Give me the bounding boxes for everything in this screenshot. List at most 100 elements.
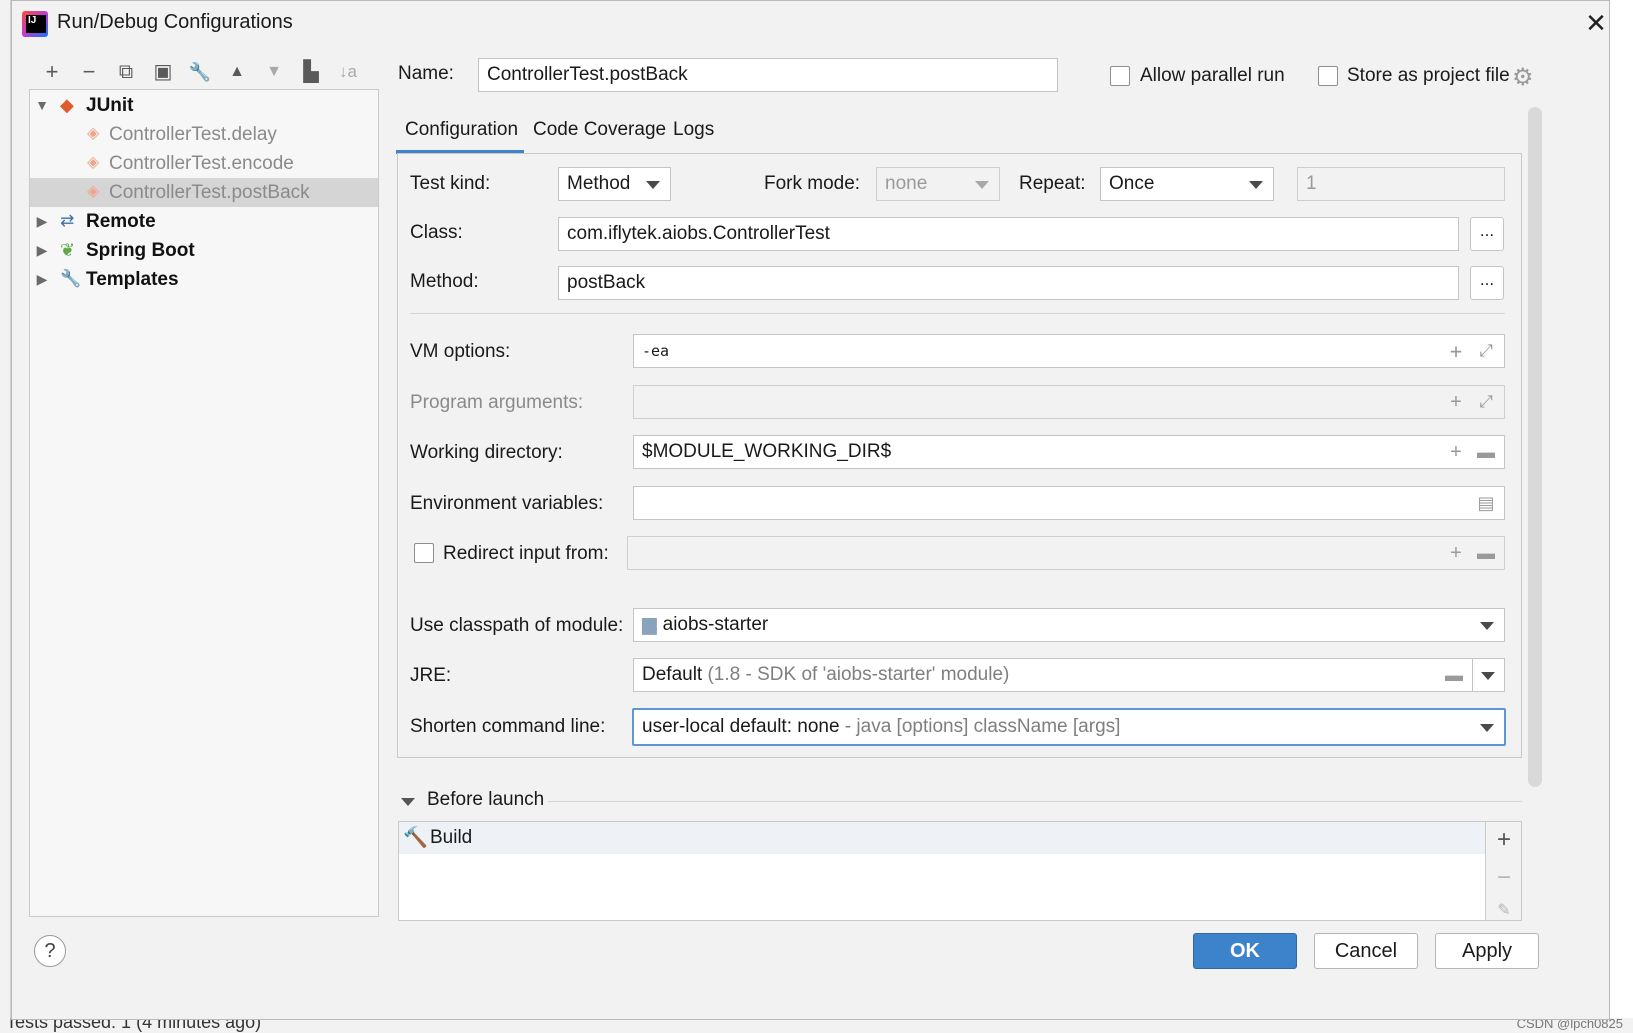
collapse-arrow-icon[interactable]: ▼ xyxy=(34,91,50,120)
apply-button[interactable]: Apply xyxy=(1435,933,1539,969)
fork-mode-select[interactable]: none xyxy=(876,167,1000,201)
fork-mode-label: Fork mode: xyxy=(764,173,861,194)
vm-options-label: VM options: xyxy=(410,341,511,362)
close-icon[interactable]: ✕ xyxy=(1582,9,1610,37)
tab-code-coverage[interactable]: Code Coverage xyxy=(533,114,666,154)
add-task-button[interactable]: + xyxy=(1486,826,1522,854)
shorten-command-select[interactable]: user-local default: none - java [options… xyxy=(632,708,1506,746)
before-launch-item-label: Build xyxy=(430,827,473,848)
working-directory-field[interactable]: $MODULE_WORKING_DIR$ + ▬ xyxy=(633,435,1505,469)
background-status-bar: Tests passed: 1 (4 minutes ago) CSDN @lp… xyxy=(0,1018,1633,1033)
tree-node-encode[interactable]: ◈ ControllerTest.encode xyxy=(30,149,378,178)
class-field[interactable]: com.iflytek.aiobs.ControllerTest xyxy=(558,217,1459,251)
browse-class-button[interactable]: ... xyxy=(1470,217,1504,251)
environment-variables-label: Environment variables: xyxy=(410,493,604,514)
method-field[interactable]: postBack xyxy=(558,266,1459,300)
name-label: Name: xyxy=(398,63,454,84)
plus-icon[interactable]: + xyxy=(1444,440,1468,464)
build-hammer-icon: 🔨 xyxy=(403,827,428,849)
tree-label-junit: JUnit xyxy=(86,95,134,116)
collapse-before-launch-icon[interactable] xyxy=(401,798,415,806)
chevron-down-icon xyxy=(646,181,660,189)
help-button[interactable]: ? xyxy=(34,935,66,967)
title-bar: Run/Debug Configurations ✕ xyxy=(12,1,1609,47)
list-item[interactable]: 🔨 Build xyxy=(399,822,1485,854)
dialog-title: Run/Debug Configurations xyxy=(57,11,293,33)
expand-arrow-icon[interactable]: ▶ xyxy=(34,236,50,265)
repeat-count-field[interactable]: 1 xyxy=(1297,167,1505,201)
background-ide-strip-right xyxy=(1610,0,1633,1033)
scrollbar[interactable] xyxy=(1528,107,1542,787)
expand-arrow-icon[interactable]: ▶ xyxy=(34,207,50,236)
module-folder-icon: ▆ xyxy=(642,614,657,635)
background-ide-strip xyxy=(0,0,11,1033)
jre-field[interactable]: Default (1.8 - SDK of 'aiobs-starter' mo… xyxy=(633,658,1473,692)
expand-icon[interactable]: ⤢ xyxy=(1474,390,1498,414)
sort-icon[interactable]: ↓a xyxy=(333,57,363,87)
remove-task-button[interactable]: − xyxy=(1486,864,1522,892)
working-directory-label: Working directory: xyxy=(410,442,563,463)
status-text: Tests passed: 1 (4 minutes ago) xyxy=(6,1018,262,1032)
classpath-module-select[interactable]: ▆ aiobs-starter xyxy=(633,608,1505,642)
divider xyxy=(410,313,1505,314)
tab-configuration[interactable]: Configuration xyxy=(396,114,524,154)
new-folder-icon[interactable]: ▙ xyxy=(296,57,326,87)
allow-parallel-checkbox[interactable] xyxy=(1110,66,1130,86)
classpath-module-value: aiobs-starter xyxy=(662,614,769,635)
add-configuration-button[interactable]: + xyxy=(37,57,67,87)
chevron-down-icon xyxy=(1249,181,1263,189)
copy-configuration-icon[interactable]: ⧉ xyxy=(111,57,141,87)
plus-icon[interactable]: + xyxy=(1444,339,1468,363)
folder-icon[interactable]: ▬ xyxy=(1474,541,1498,565)
document-icon[interactable]: ▤ xyxy=(1474,491,1498,515)
redirect-input-checkbox[interactable] xyxy=(414,543,434,563)
tree-node-remote[interactable]: ▶ ⇄ Remote xyxy=(30,207,378,236)
shorten-command-value: user-local default: none xyxy=(642,716,840,737)
edit-defaults-wrench-icon[interactable]: 🔧 xyxy=(185,57,215,87)
tree-label-delay: ControllerTest.delay xyxy=(109,124,277,145)
chevron-down-icon xyxy=(975,181,989,189)
tree-label-encode: ControllerTest.encode xyxy=(109,153,294,174)
expand-icon[interactable]: ⤢ xyxy=(1474,339,1498,363)
plus-icon[interactable]: + xyxy=(1444,541,1468,565)
browse-method-button[interactable]: ... xyxy=(1470,266,1504,300)
chevron-down-icon xyxy=(1480,724,1494,732)
junit-test-icon: ◈ xyxy=(87,125,100,142)
expand-arrow-icon[interactable]: ▶ xyxy=(34,265,50,294)
program-arguments-label: Program arguments: xyxy=(410,392,584,413)
test-kind-select[interactable]: Method xyxy=(558,167,671,201)
tree-node-delay[interactable]: ◈ ControllerTest.delay xyxy=(30,120,378,149)
program-arguments-field[interactable]: + ⤢ xyxy=(633,385,1505,419)
configuration-tree: ▼ ◆ JUnit ◈ ControllerTest.delay ◈ Contr… xyxy=(29,89,379,917)
edit-task-icon[interactable]: ✎ xyxy=(1486,900,1522,920)
vm-options-field[interactable]: -ea + ⤢ xyxy=(633,334,1505,368)
test-kind-label: Test kind: xyxy=(410,173,491,194)
plus-icon[interactable]: + xyxy=(1444,390,1468,414)
redirect-input-field[interactable]: + ▬ xyxy=(627,536,1505,570)
move-down-icon[interactable]: ▼ xyxy=(259,57,289,87)
move-up-icon[interactable]: ▲ xyxy=(222,57,252,87)
jre-dropdown-button[interactable] xyxy=(1472,658,1505,692)
name-field[interactable]: ControllerTest.postBack xyxy=(478,58,1058,92)
tree-node-spring-boot[interactable]: ▶ ❦ Spring Boot xyxy=(30,236,378,265)
jre-value: Default xyxy=(642,664,703,685)
method-label: Method: xyxy=(410,271,479,292)
store-project-checkbox[interactable] xyxy=(1318,66,1338,86)
repeat-select[interactable]: Once xyxy=(1100,167,1274,201)
tree-node-postback[interactable]: ◈ ControllerTest.postBack xyxy=(30,178,378,207)
jre-suffix: (1.8 - SDK of 'aiobs-starter' module) xyxy=(707,664,1010,685)
folder-icon[interactable]: ▬ xyxy=(1442,663,1466,687)
folder-icon[interactable]: ▬ xyxy=(1474,440,1498,464)
remove-configuration-button[interactable]: − xyxy=(74,57,104,87)
chevron-down-icon xyxy=(1481,672,1495,680)
ok-button[interactable]: OK xyxy=(1193,933,1297,969)
tree-node-junit[interactable]: ▼ ◆ JUnit xyxy=(30,91,378,120)
tree-node-templates[interactable]: ▶ 🔧 Templates xyxy=(30,265,378,294)
save-configuration-icon[interactable]: ▣ xyxy=(148,57,178,87)
cancel-button[interactable]: Cancel xyxy=(1314,933,1418,969)
environment-variables-field[interactable]: ▤ xyxy=(633,486,1505,520)
gear-icon[interactable]: ⚙ xyxy=(1512,63,1534,92)
tab-logs[interactable]: Logs xyxy=(673,114,714,154)
before-launch-toolbar: + − ✎ xyxy=(1486,821,1522,921)
remote-icon: ⇄ xyxy=(60,211,75,230)
